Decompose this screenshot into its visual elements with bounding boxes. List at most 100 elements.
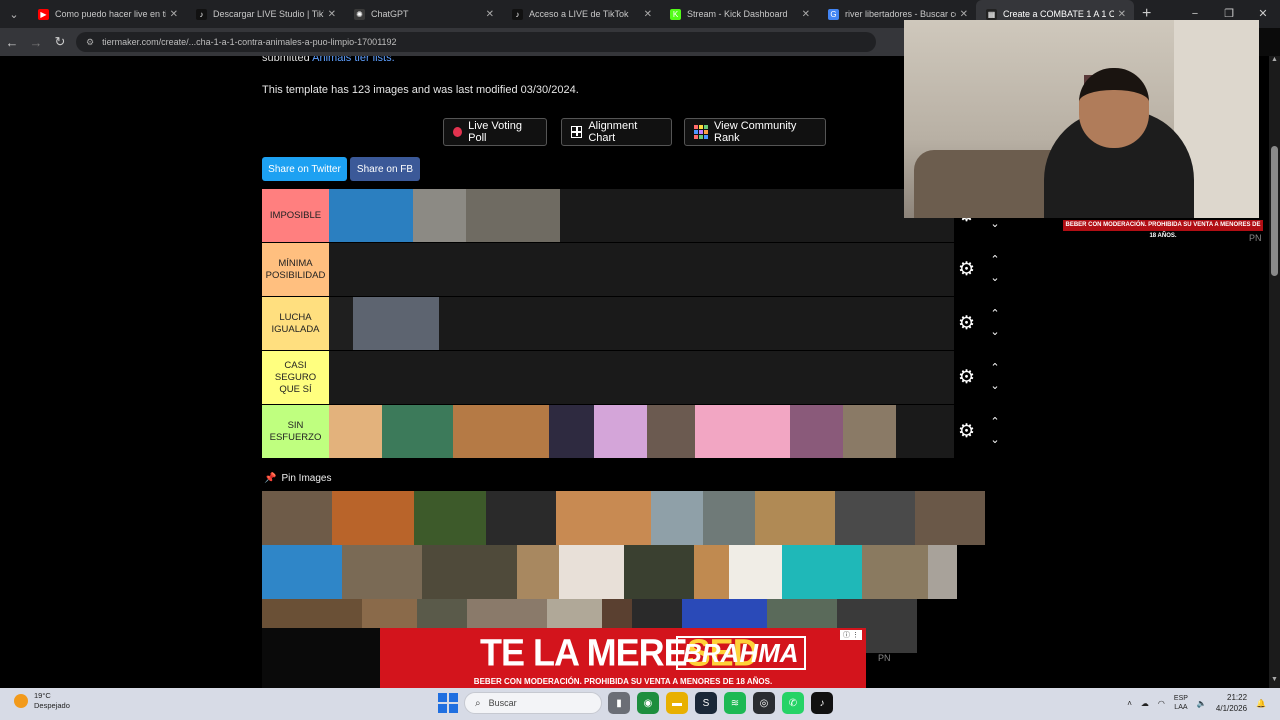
chevron-down-icon[interactable]: ⌄ (988, 269, 1002, 287)
browser-tab[interactable]: ▶ Como puedo hacer live en tiktok ✕ (28, 0, 186, 28)
whatsapp-icon[interactable]: ✆ (782, 692, 804, 714)
tier-label[interactable]: CASI SEGURO QUE SÍ (262, 351, 329, 404)
taskbar-search-box[interactable]: ⌕ Buscar (464, 692, 602, 714)
pool-image-stonefish[interactable] (422, 545, 517, 599)
gear-icon[interactable]: ⚙ (958, 422, 975, 442)
view-community-rank-button[interactable]: View Community Rank (684, 118, 826, 146)
site-info-icon[interactable]: ⚙ (86, 37, 94, 48)
tier-image-wolf-pack[interactable] (466, 189, 560, 242)
close-tab-icon[interactable]: ✕ (802, 9, 810, 20)
explorer-icon[interactable]: ▮ (608, 692, 630, 714)
chevron-up-icon[interactable]: ⌃ (988, 251, 1002, 269)
scroll-down-arrow-icon[interactable]: ▼ (1269, 676, 1280, 688)
steam-icon[interactable]: S (695, 692, 717, 714)
pool-image-warthog[interactable] (342, 545, 422, 599)
windows-start-icon[interactable] (438, 693, 458, 713)
tier-image-owl[interactable] (843, 405, 896, 458)
pool-image-vulture[interactable] (624, 545, 694, 599)
weather-widget[interactable]: 19°C Despejado (14, 691, 70, 711)
pool-image-dinosaur[interactable] (559, 545, 624, 599)
forward-icon[interactable]: → (24, 35, 48, 50)
tier-label[interactable]: IMPOSIBLE (262, 189, 329, 242)
onedrive-icon[interactable]: ☁ (1141, 699, 1149, 708)
address-bar[interactable]: ⚙ tiermaker.com/create/...cha-1-a-1-cont… (76, 32, 876, 52)
pool-image-walrus[interactable] (915, 491, 985, 545)
back-icon[interactable]: ← (0, 35, 24, 50)
chrome-icon[interactable]: ◉ (637, 692, 659, 714)
close-tab-icon[interactable]: ✕ (486, 9, 494, 20)
share-fb-button[interactable]: Share on FB (350, 157, 420, 181)
pool-image-bald-eagle[interactable] (729, 545, 782, 599)
chevron-down-icon[interactable]: ⌄ (988, 431, 1002, 449)
pool-image-sloth[interactable] (862, 545, 928, 599)
spotify-icon[interactable]: ≋ (724, 692, 746, 714)
gear-icon[interactable]: ⚙ (958, 368, 975, 388)
browser-tab[interactable]: ♪ Acceso a LIVE de TikTok ✕ (502, 0, 660, 28)
tier-items[interactable] (329, 189, 954, 242)
chevron-up-icon[interactable]: ⌃ (988, 305, 1002, 323)
tier-image-kid-meme[interactable] (382, 405, 453, 458)
tier-image-shark[interactable] (329, 189, 413, 242)
pool-image-octopus[interactable] (782, 545, 862, 599)
tiktok-icon[interactable]: ♪ (811, 692, 833, 714)
pool-image-camel[interactable] (694, 545, 729, 599)
alignment-chart-button[interactable]: Alignment Chart (561, 118, 672, 146)
tier-items[interactable] (329, 243, 954, 296)
wifi-icon[interactable]: ◠ (1158, 699, 1165, 708)
tray-chevron-icon[interactable]: ˄ (1127, 699, 1132, 708)
tier-image-condor[interactable] (353, 297, 439, 350)
share-twitter-button[interactable]: Share on Twitter (262, 157, 347, 181)
chevron-down-icon[interactable]: ⌄ (988, 377, 1002, 395)
tier-items[interactable] (329, 405, 954, 458)
page-scrollbar[interactable]: ▲ ▼ (1269, 56, 1280, 688)
tier-label[interactable]: SIN ESFUERZO (262, 405, 329, 458)
tier-label[interactable]: LUCHA IGUALADA (262, 297, 329, 350)
discord-icon[interactable]: ◎ (753, 692, 775, 714)
tier-image-eagle-shadow[interactable] (329, 297, 353, 350)
chevron-up-icon[interactable]: ⌃ (988, 359, 1002, 377)
tier-image-majin-buu[interactable] (695, 405, 790, 458)
pool-image-centipede[interactable] (262, 491, 332, 545)
ad-info-close-icon[interactable]: ⓘ ⋮ (840, 630, 862, 640)
tier-image-man-meme[interactable] (647, 405, 695, 458)
chevron-up-icon[interactable]: ⌃ (988, 413, 1002, 431)
close-tab-icon[interactable]: ✕ (328, 9, 336, 20)
tier-image-wolf[interactable] (413, 189, 466, 242)
close-tab-icon[interactable]: ✕ (1118, 9, 1126, 20)
tab-search-icon[interactable]: ⌄ (0, 0, 28, 28)
tier-image-person-cap[interactable] (549, 405, 594, 458)
pin-images-toggle[interactable]: 📌 Pin Images (264, 473, 331, 484)
pool-image-dolphin[interactable] (262, 545, 342, 599)
pool-image-pelican[interactable] (651, 491, 703, 545)
browser-tab[interactable]: ♪ Descargar LIVE Studio | TikTok ✕ (186, 0, 344, 28)
volume-icon[interactable]: 🔈 (1197, 699, 1207, 708)
language-indicator[interactable]: ESP LAA (1174, 694, 1188, 712)
tier-items[interactable] (329, 351, 954, 404)
notification-bell-icon[interactable]: 🔔 (1256, 699, 1266, 708)
gear-icon[interactable]: ⚙ (958, 260, 975, 280)
pool-image-bats[interactable] (486, 491, 556, 545)
scroll-up-arrow-icon[interactable]: ▲ (1269, 56, 1280, 68)
tier-image-woman[interactable] (790, 405, 843, 458)
pool-image-cat[interactable] (556, 491, 651, 545)
browser-tab[interactable]: K Stream - Kick Dashboard ✕ (660, 0, 818, 28)
pool-image-giraffe[interactable] (755, 491, 835, 545)
tier-items[interactable] (329, 297, 954, 350)
close-tab-icon[interactable]: ✕ (644, 9, 652, 20)
chevron-down-icon[interactable]: ⌄ (988, 323, 1002, 341)
pool-image-shoebill[interactable] (703, 491, 755, 545)
pool-image-cougar[interactable] (517, 545, 559, 599)
close-tab-icon[interactable]: ✕ (170, 9, 178, 20)
tier-image-hamster[interactable] (329, 405, 382, 458)
tier-label[interactable]: MÍNIMA POSIBILIDAD (262, 243, 329, 296)
files-icon[interactable]: ▬ (666, 692, 688, 714)
gear-icon[interactable]: ⚙ (958, 314, 975, 334)
taskbar-clock[interactable]: 21:22 4/1/2026 (1216, 692, 1247, 714)
close-tab-icon[interactable]: ✕ (960, 9, 968, 20)
animals-tier-lists-link[interactable]: Animals tier lists. (312, 56, 395, 64)
tier-image-proboscis-monkey[interactable] (453, 405, 549, 458)
pool-image-rooster[interactable] (332, 491, 414, 545)
reload-icon[interactable]: ↻ (48, 34, 72, 50)
brahma-ad-banner[interactable]: TE LA MERESED BRAHMA BEBER CON MODERACIÓ… (380, 628, 866, 688)
tier-image-anime-girl[interactable] (594, 405, 647, 458)
